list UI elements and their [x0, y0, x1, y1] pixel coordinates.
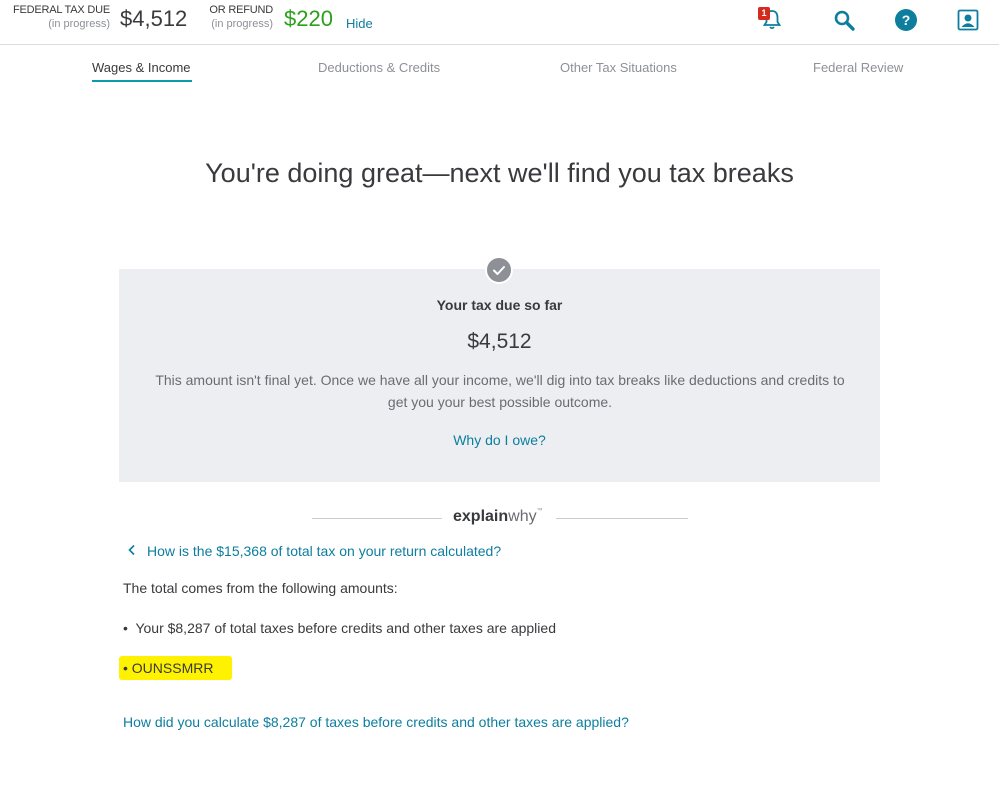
federal-tax-due-label-block: FEDERAL TAX DUE (in progress)	[8, 4, 110, 31]
tab-other-tax-situations[interactable]: Other Tax Situations	[560, 60, 677, 75]
explainwhy-divider-left	[312, 518, 442, 519]
bullet-glyph: •	[123, 660, 128, 676]
explainwhy-logo: explainwhy™	[453, 508, 543, 526]
list-item: • OUNSSMRR	[123, 660, 213, 676]
refund-label: OR REFUND	[209, 4, 273, 16]
refund-label-block: OR REFUND (in progress)	[203, 4, 273, 31]
hide-link[interactable]: Hide	[346, 16, 373, 31]
explainwhy-logo-bold: explain	[453, 508, 509, 525]
explainwhy-trademark: ™	[536, 508, 543, 514]
tab-wages-income[interactable]: Wages & Income	[92, 60, 191, 75]
explainwhy-intro: The total comes from the following amoun…	[123, 580, 398, 596]
notification-badge: 1	[758, 7, 770, 20]
explainwhy-back-link[interactable]: How is the $15,368 of total tax on your …	[125, 543, 501, 559]
profile-icon[interactable]	[956, 8, 980, 32]
explainwhy-question: How is the $15,368 of total tax on your …	[147, 543, 502, 559]
federal-tax-due-label: FEDERAL TAX DUE	[12, 4, 110, 16]
tab-deductions-credits[interactable]: Deductions & Credits	[318, 60, 440, 75]
why-do-i-owe-link[interactable]: Why do I owe?	[0, 432, 999, 448]
list-item: • Your $8,287 of total taxes before cred…	[123, 620, 556, 636]
bullet-text: Your $8,287 of total taxes before credit…	[135, 620, 556, 636]
bullet-glyph: •	[123, 620, 128, 636]
federal-tax-due-amount: $4,512	[120, 6, 188, 31]
bullet-text: OUNSSMRR	[131, 660, 214, 676]
tab-federal-review[interactable]: Federal Review	[813, 60, 903, 75]
tax-due-amount: $4,512	[467, 330, 532, 353]
refund-amount: $220	[284, 6, 333, 31]
refund-in-progress-label: (in progress)	[211, 18, 273, 30]
help-icon[interactable]: ?	[894, 8, 918, 32]
explainwhy-divider-right	[556, 518, 688, 519]
calculation-detail-link[interactable]: How did you calculate $8,287 of taxes be…	[123, 714, 629, 730]
svg-text:?: ?	[902, 12, 911, 28]
check-icon	[485, 256, 513, 284]
federal-in-progress-label: (in progress)	[48, 18, 110, 30]
tax-due-explanation: This amount isn't final yet. Once we hav…	[155, 372, 845, 410]
active-tab-indicator	[92, 80, 192, 82]
explainwhy-logo-light: why	[508, 508, 537, 525]
top-bar: FEDERAL TAX DUE (in progress) $4,512 OR …	[0, 0, 999, 45]
chevron-left-icon	[125, 543, 139, 559]
page-title: You're doing great—next we'll find you t…	[205, 158, 794, 188]
tax-due-title: Your tax due so far	[436, 297, 563, 313]
search-icon[interactable]	[832, 8, 856, 32]
